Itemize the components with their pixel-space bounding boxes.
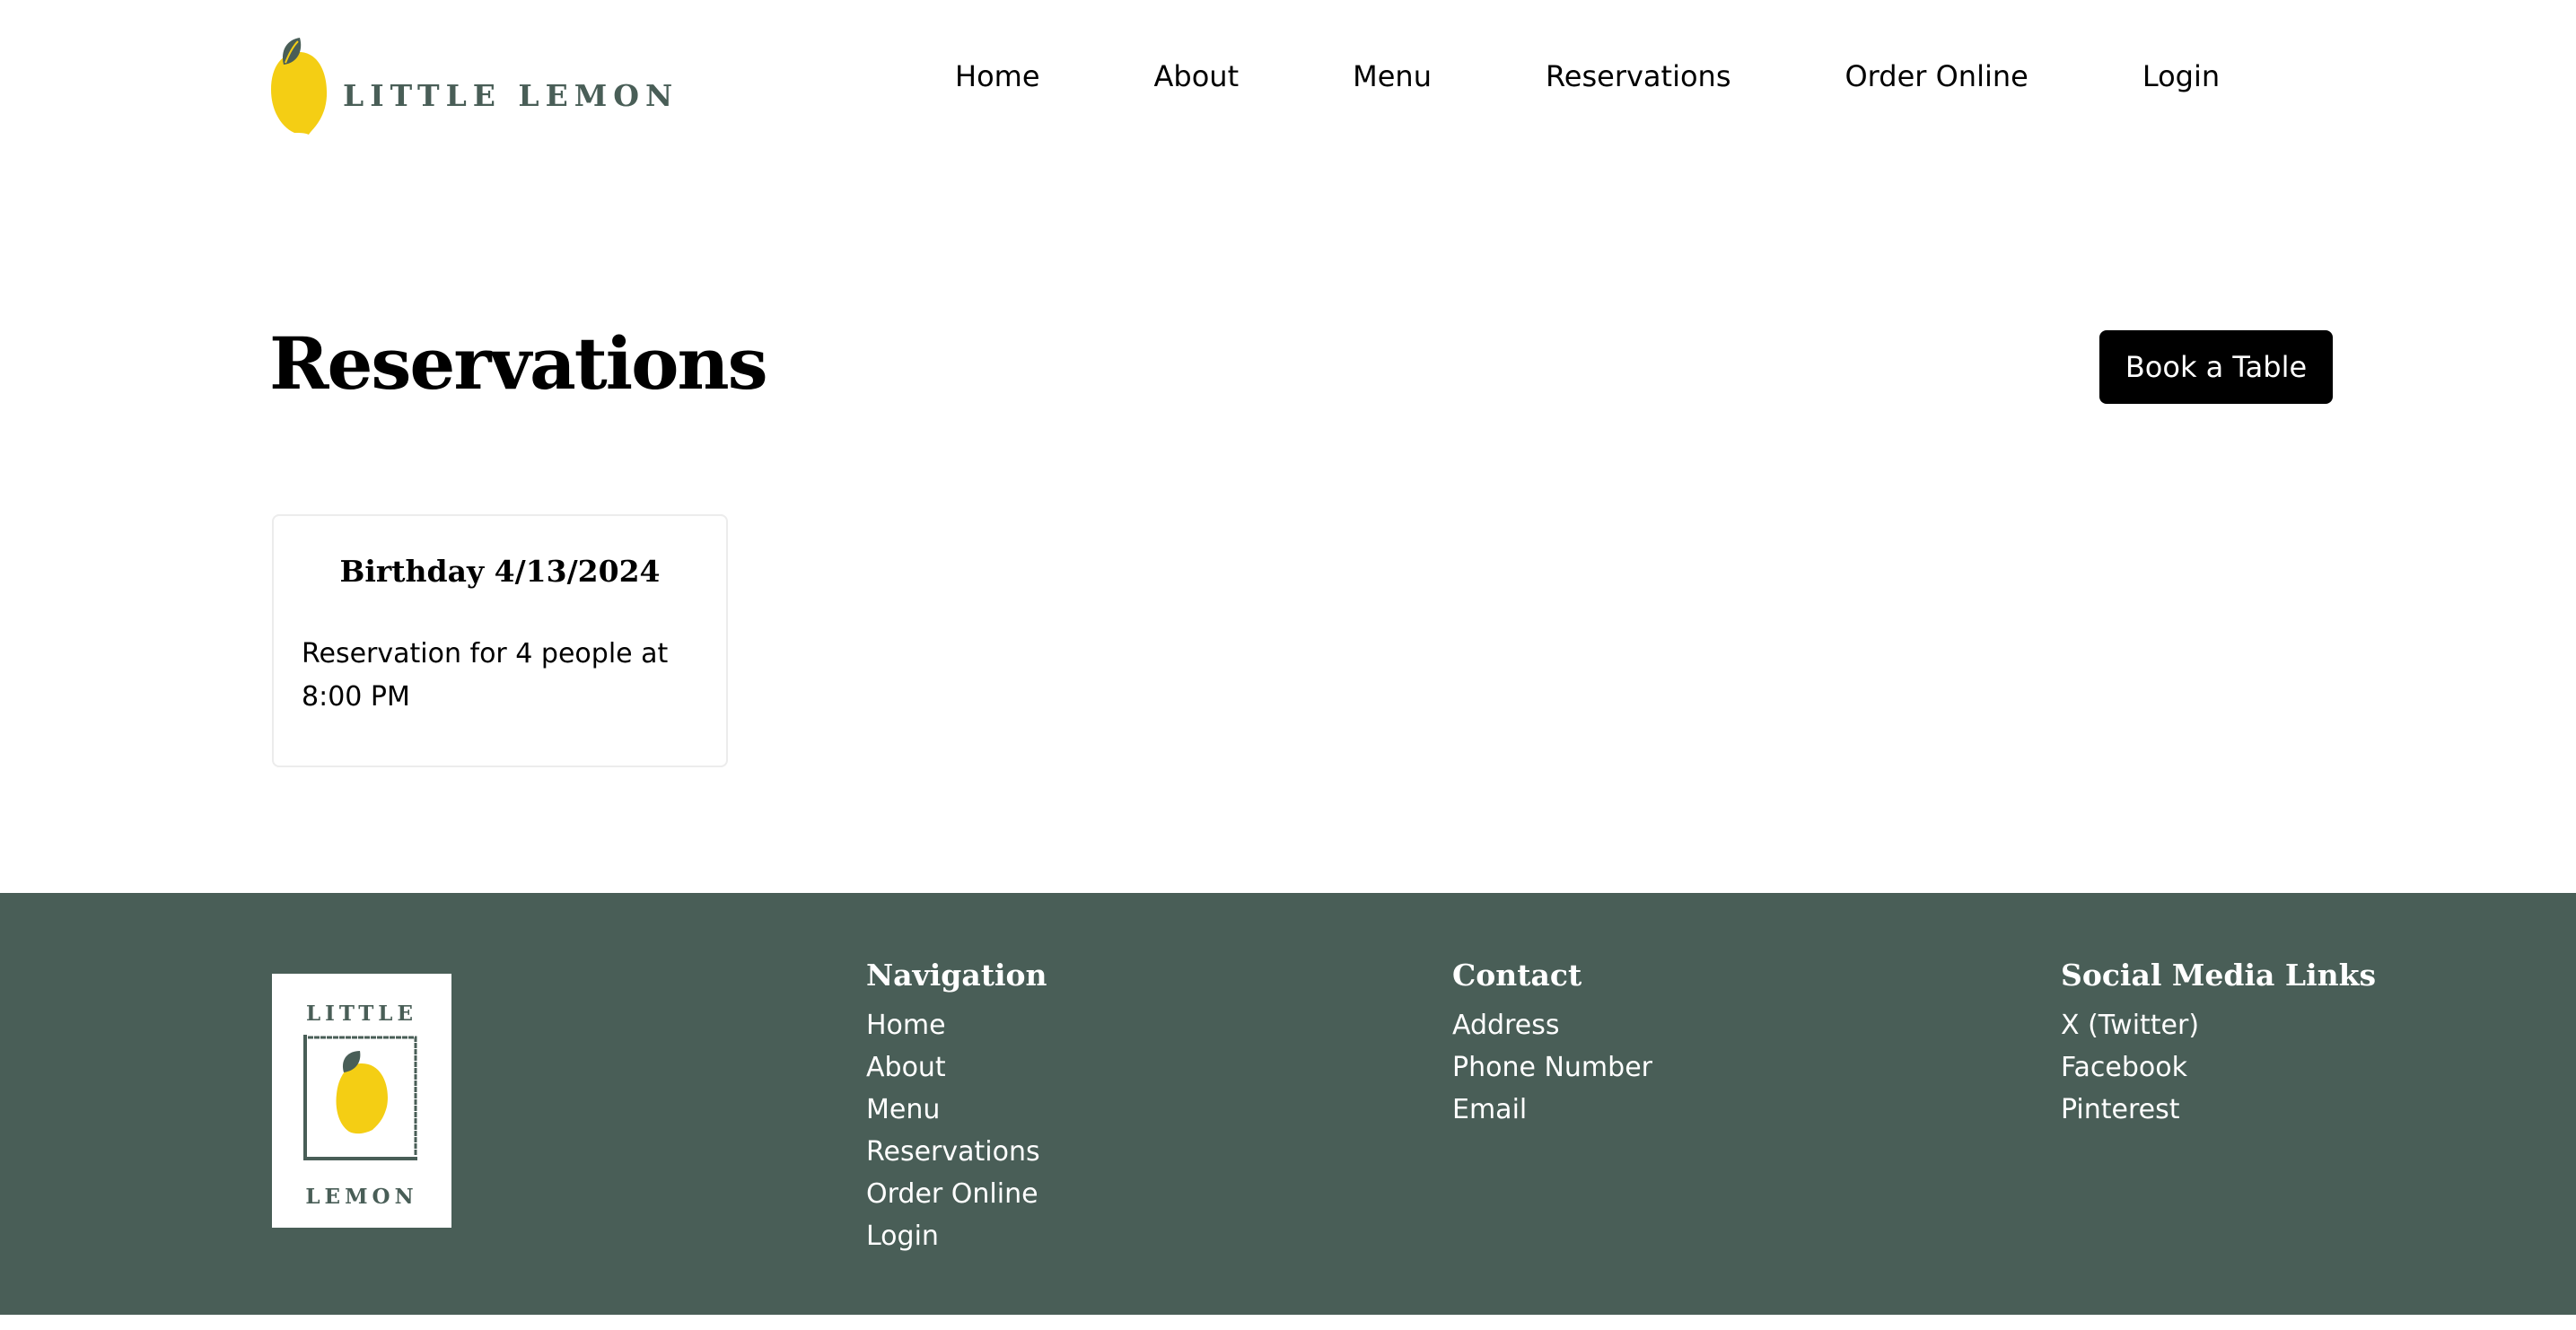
footer-link-menu[interactable]: Menu [866,1089,1047,1131]
footer-link-reservations[interactable]: Reservations [866,1131,1047,1173]
footer-link-home[interactable]: Home [866,1004,1047,1046]
footer-social-heading: Social Media Links [2061,958,2377,993]
nav-link-home[interactable]: Home [955,59,1040,93]
footer-link-pinterest[interactable]: Pinterest [2061,1089,2376,1131]
footer-link-login[interactable]: Login [866,1215,1047,1257]
footer-navigation-heading: Navigation [866,958,1047,993]
footer-social: Social Media Links X (Twitter) Facebook … [2061,958,2376,1131]
footer-contact-heading: Contact [1452,958,1582,993]
footer-link-address[interactable]: Address [1452,1004,1652,1046]
nav-link-menu[interactable]: Menu [1353,59,1432,93]
footer-link-phone-number[interactable]: Phone Number [1452,1046,1652,1089]
footer-link-about[interactable]: About [866,1046,1047,1089]
footer-link-order-online[interactable]: Order Online [866,1173,1047,1215]
footer-logo: LITTLE LEMON [272,974,451,1228]
footer-logo-bottom-text: LEMON [305,1185,417,1209]
reservation-details: Reservation for 4 people at 8:00 PM [302,638,669,713]
footer-logo-top-text: LITTLE [306,1002,417,1026]
lemon-icon [271,38,328,135]
logo-wordmark: LITTLE LEMON [343,77,679,113]
reservation-card[interactable]: Birthday 4/13/2024 Reservation for 4 peo… [272,514,728,767]
nav-link-about[interactable]: About [1154,59,1240,93]
book-a-table-button[interactable]: Book a Table [2099,330,2333,404]
page-title: Reservations [269,321,768,406]
footer-link-facebook[interactable]: Facebook [2061,1046,2376,1089]
reservation-title: Birthday 4/13/2024 [339,554,661,589]
site-logo[interactable]: LITTLE LEMON [269,34,679,136]
site-header: LITTLE LEMON Home About Menu Reservation… [0,0,2576,162]
footer-navigation: Navigation Home About Menu Reservations … [866,958,1047,1257]
footer-link-x-twitter[interactable]: X (Twitter) [2061,1004,2376,1046]
main-nav: Home About Menu Reservations Order Onlin… [955,59,2220,93]
site-footer: LITTLE LEMON Navigation Home About Menu … [0,893,2576,1315]
nav-link-login[interactable]: Login [2142,59,2220,93]
footer-contact: Contact Address Phone Number Email [1452,958,1652,1131]
nav-link-reservations[interactable]: Reservations [1546,59,1731,93]
nav-link-order-online[interactable]: Order Online [1844,59,2028,93]
footer-lemon-logo-icon: LITTLE LEMON [303,1002,417,1209]
footer-link-email[interactable]: Email [1452,1089,1652,1131]
